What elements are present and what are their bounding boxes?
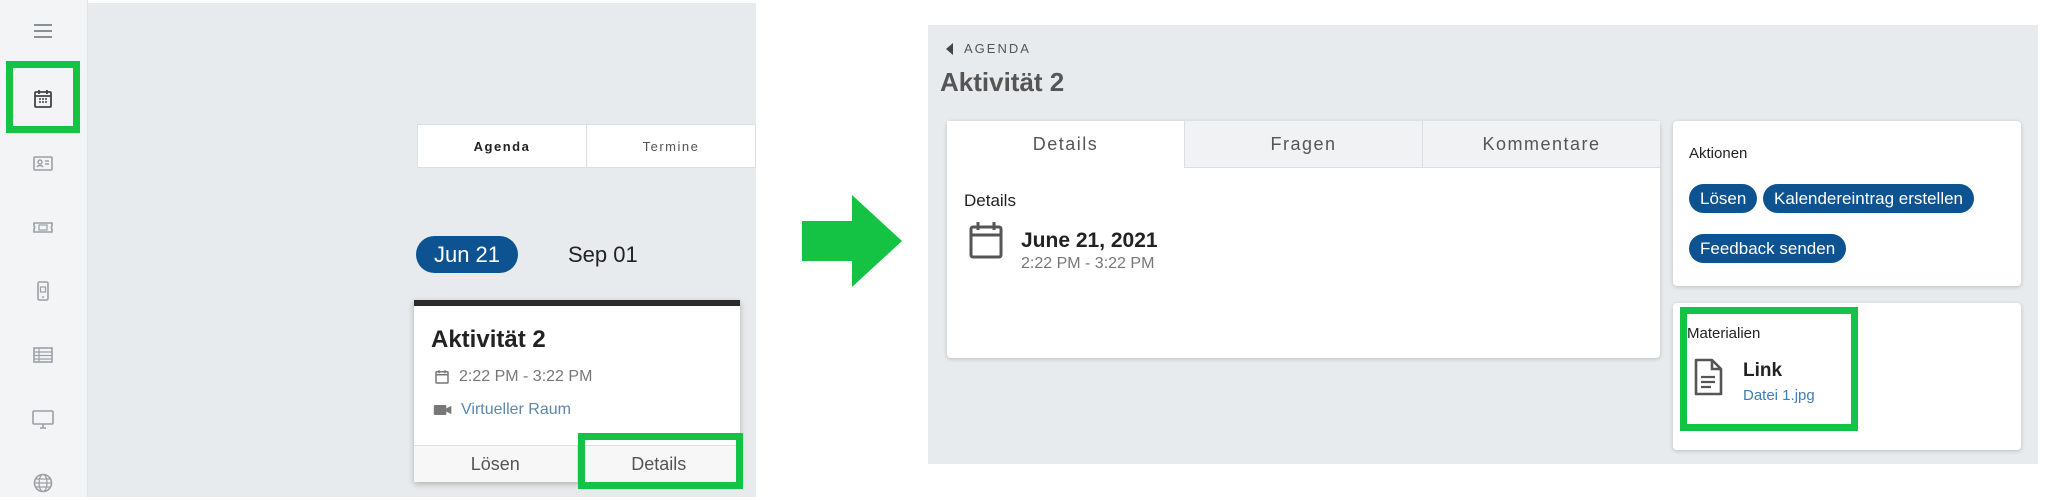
page-title: Aktivität 2: [940, 67, 1065, 97]
actions-label: Aktionen: [1689, 145, 1748, 162]
details-section-label: Details: [964, 191, 1016, 210]
date-pill-selected[interactable]: Jun 21: [416, 236, 518, 273]
tab-fragen[interactable]: Fragen: [1184, 121, 1422, 168]
contact-card-icon[interactable]: [26, 146, 60, 180]
solve-button[interactable]: Lösen: [414, 446, 577, 482]
details-highlight-box: [578, 433, 743, 489]
calendar-icon: [435, 370, 449, 384]
activity-title: Aktivität 2: [431, 326, 546, 353]
menu-icon[interactable]: [26, 14, 60, 48]
solve-action-button[interactable]: Lösen: [1689, 184, 1758, 213]
tab-kommentare[interactable]: Kommentare: [1422, 121, 1660, 168]
globe-icon[interactable]: [26, 466, 60, 500]
date-option[interactable]: Sep 01: [568, 236, 638, 273]
table-icon[interactable]: [26, 338, 60, 372]
detail-tabs: Details Fragen Kommentare: [947, 121, 1660, 168]
agenda-tabbar: Agenda Termine: [417, 124, 756, 168]
activity-room-row[interactable]: Virtueller Raum: [433, 401, 571, 419]
breadcrumb-agenda[interactable]: AGENDA: [964, 41, 1031, 56]
back-arrow-icon: [946, 42, 953, 55]
ticket-icon[interactable]: [26, 210, 60, 244]
video-camera-icon: [433, 405, 452, 415]
activity-time-row: 2:22 PM - 3:22 PM: [433, 368, 592, 386]
event-time: 2:22 PM - 3:22 PM: [1021, 255, 1155, 272]
mobile-device-icon[interactable]: [26, 274, 60, 308]
arrow-right-icon: [802, 195, 902, 287]
tab-details[interactable]: Details: [947, 121, 1184, 168]
calendar-icon: [969, 222, 1003, 259]
right-screen: AGENDA Aktivität 2 Details Fragen Kommen…: [928, 25, 2038, 464]
event-date: June 21, 2021: [1021, 229, 1158, 252]
monitor-icon[interactable]: [26, 402, 60, 436]
materials-highlight-box: [1680, 307, 1858, 431]
tab-termine[interactable]: Termine: [586, 125, 755, 167]
send-feedback-button[interactable]: Feedback senden: [1689, 234, 1847, 263]
details-card: Details Fragen Kommentare Details June 2…: [947, 121, 1660, 358]
create-calendar-entry-button[interactable]: Kalendereintrag erstellen: [1763, 184, 1975, 213]
breadcrumb[interactable]: AGENDA: [946, 41, 1031, 56]
tab-agenda[interactable]: Agenda: [418, 125, 586, 167]
activity-time: 2:22 PM - 3:22 PM: [459, 368, 593, 385]
actions-card: Aktionen Lösen Kalendereintrag erstellen…: [1673, 121, 2021, 286]
virtual-room-link[interactable]: Virtueller Raum: [461, 401, 571, 419]
calendar-highlight-box: [6, 61, 80, 133]
